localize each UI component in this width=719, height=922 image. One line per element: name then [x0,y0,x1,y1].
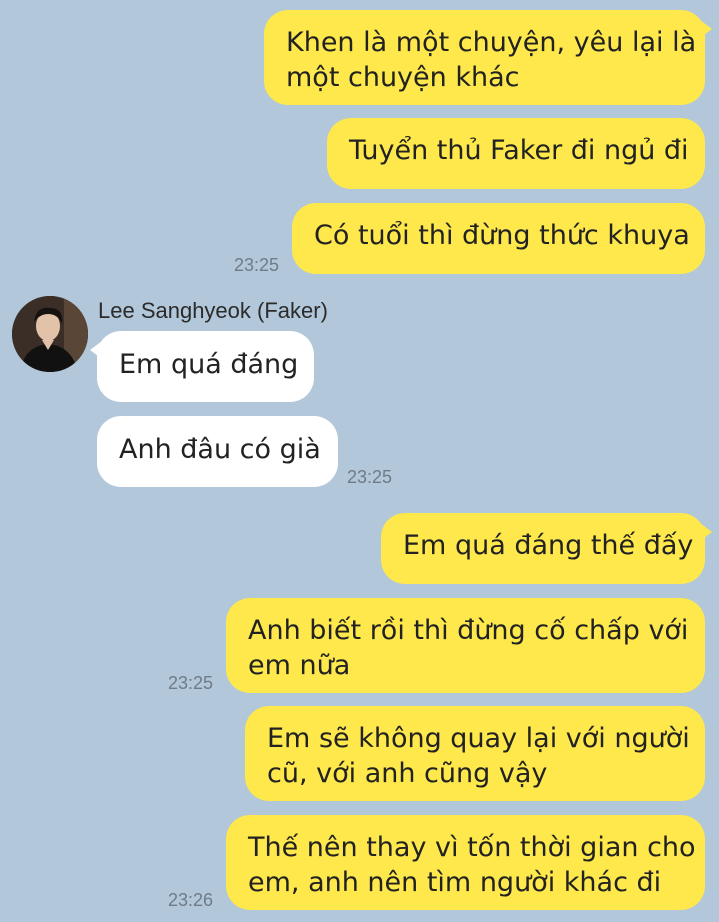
message-timestamp: 23:26 [168,890,214,910]
message-text: Khen là một chuyện, yêu lại là [286,27,697,58]
message-text: cũ, với anh cũng vậy [267,758,548,789]
message-text: Em quá đáng thế đấy [403,530,694,561]
my-message-bubble[interactable]: Khen là một chuyện, yêu lại là một chuyệ… [264,10,712,105]
message-text: Em sẽ không quay lại với người [267,723,690,754]
message-timestamp: 23:25 [234,255,280,275]
message-text: một chuyện khác [286,62,520,93]
my-message-bubble[interactable]: Anh biết rồi thì đừng cố chấp với em nữa [226,598,705,693]
message-text: em, anh nên tìm người khác đi [248,867,662,898]
my-message-bubble[interactable]: Em quá đáng thế đấy [381,513,712,584]
my-message-bubble[interactable]: Em sẽ không quay lại với người cũ, với a… [245,706,705,801]
profile-photo-graphic [12,296,88,372]
message-text: Anh đâu có già [119,434,321,465]
friend-message-bubble[interactable]: Anh đâu có già [97,416,338,487]
message-text: Thế nên thay vì tốn thời gian cho [248,832,696,863]
message-text: Em quá đáng [119,349,299,380]
friend-message-bubble[interactable]: Em quá đáng [90,331,314,402]
my-message-bubble[interactable]: Thế nên thay vì tốn thời gian cho em, an… [226,815,705,910]
message-text: Anh biết rồi thì đừng cố chấp với [248,615,689,646]
message-text: Tuyển thủ Faker đi ngủ đi [349,135,689,166]
message-timestamp: 23:25 [347,467,393,487]
sender-name[interactable]: Lee Sanghyeok (Faker) [98,298,328,324]
message-timestamp: 23:25 [168,673,214,693]
message-text: em nữa [248,650,351,681]
my-message-bubble[interactable]: Có tuổi thì đừng thức khuya [292,203,705,274]
message-text: Có tuổi thì đừng thức khuya [314,220,690,251]
my-message-bubble[interactable]: Tuyển thủ Faker đi ngủ đi [327,118,705,189]
profile-photo-icon[interactable] [12,296,88,372]
